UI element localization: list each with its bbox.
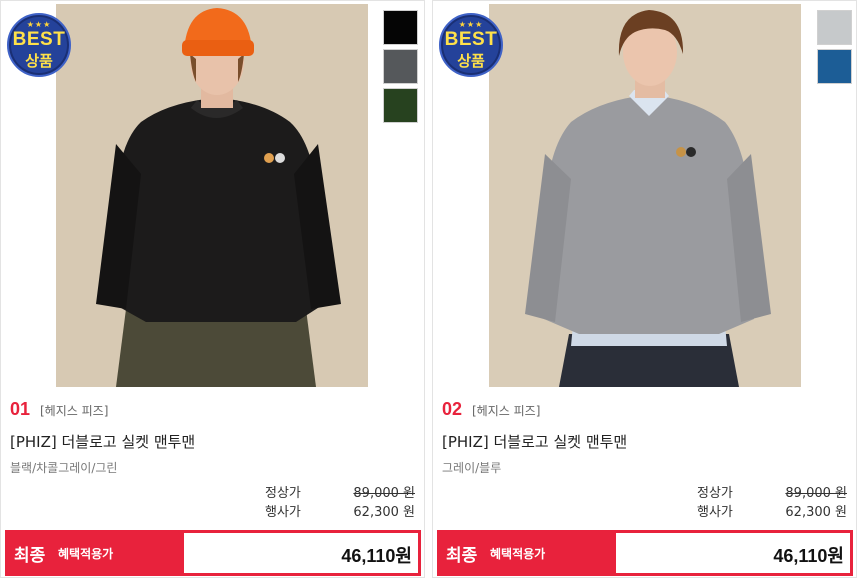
regular-price-amount: 89,000 원 [353, 486, 415, 501]
badge-product-text: 상품 [457, 52, 485, 70]
final-price-bar: 최종 혜택적용가 46,110원 [437, 530, 853, 576]
color-options-text: 그레이/블루 [442, 461, 502, 475]
regular-price-value: 89,000 원 [353, 482, 415, 501]
product-card[interactable]: ★★★ BEST 상품 01 [헤지스 피즈] [PHIZ] 더블로고 실켓 맨… [0, 0, 425, 578]
color-options-text: 블랙/차콜그레이/그린 [10, 461, 118, 475]
color-swatch-green[interactable] [383, 88, 418, 123]
color-swatch-blue[interactable] [817, 49, 852, 84]
best-product-badge: ★★★ BEST 상품 [7, 13, 71, 77]
badge-best-text: BEST [12, 29, 66, 50]
color-swatches [817, 10, 852, 88]
product-name[interactable]: [PHIZ] 더블로고 실켓 맨투맨 [10, 431, 195, 452]
regular-price-amount: 89,000 원 [785, 486, 847, 501]
rank-number: 01 [10, 399, 31, 419]
product-image[interactable] [489, 4, 801, 387]
product-image[interactable] [56, 4, 368, 387]
sale-price-value: 62,300 원 [785, 505, 847, 520]
final-label: 최종 [14, 546, 46, 566]
sale-price-value: 62,300 원 [353, 505, 415, 520]
color-swatch-charcoal[interactable] [383, 49, 418, 84]
brand-name[interactable]: [헤지스 피즈] [40, 402, 108, 419]
badge-stars: ★★★ [458, 20, 484, 29]
final-sub-label: 혜택적용가 [490, 547, 546, 561]
best-product-badge: ★★★ BEST 상품 [439, 13, 503, 77]
badge-product-text: 상품 [25, 52, 53, 70]
sale-price-label: 행사가 [697, 505, 733, 520]
product-grid: ★★★ BEST 상품 01 [헤지스 피즈] [PHIZ] 더블로고 실켓 맨… [0, 0, 858, 578]
final-price-box: 46,110원 [616, 533, 850, 573]
final-price-value: 46,110원 [773, 546, 844, 566]
regular-price-label: 정상가 [697, 486, 733, 501]
badge-stars: ★★★ [26, 20, 52, 29]
final-price-bar: 최종 혜택적용가 46,110원 [5, 530, 421, 576]
color-swatches [383, 10, 418, 127]
badge-best-text: BEST [444, 29, 498, 50]
final-sub-label: 혜택적용가 [58, 547, 114, 561]
product-card[interactable]: ★★★ BEST 상품 02 [헤지스 피즈] [PHIZ] 더블로고 실켓 맨… [432, 0, 857, 578]
regular-price-value: 89,000 원 [785, 482, 847, 501]
sale-price-label: 행사가 [265, 505, 301, 520]
regular-price-label: 정상가 [265, 486, 301, 501]
final-label: 최종 [446, 546, 478, 566]
product-name[interactable]: [PHIZ] 더블로고 실켓 맨투맨 [442, 431, 627, 452]
rank-number: 02 [442, 399, 463, 419]
final-price-value: 46,110원 [341, 546, 412, 566]
brand-name[interactable]: [헤지스 피즈] [472, 402, 540, 419]
color-swatch-black[interactable] [383, 10, 418, 45]
final-price-box: 46,110원 [184, 533, 418, 573]
color-swatch-gray[interactable] [817, 10, 852, 45]
